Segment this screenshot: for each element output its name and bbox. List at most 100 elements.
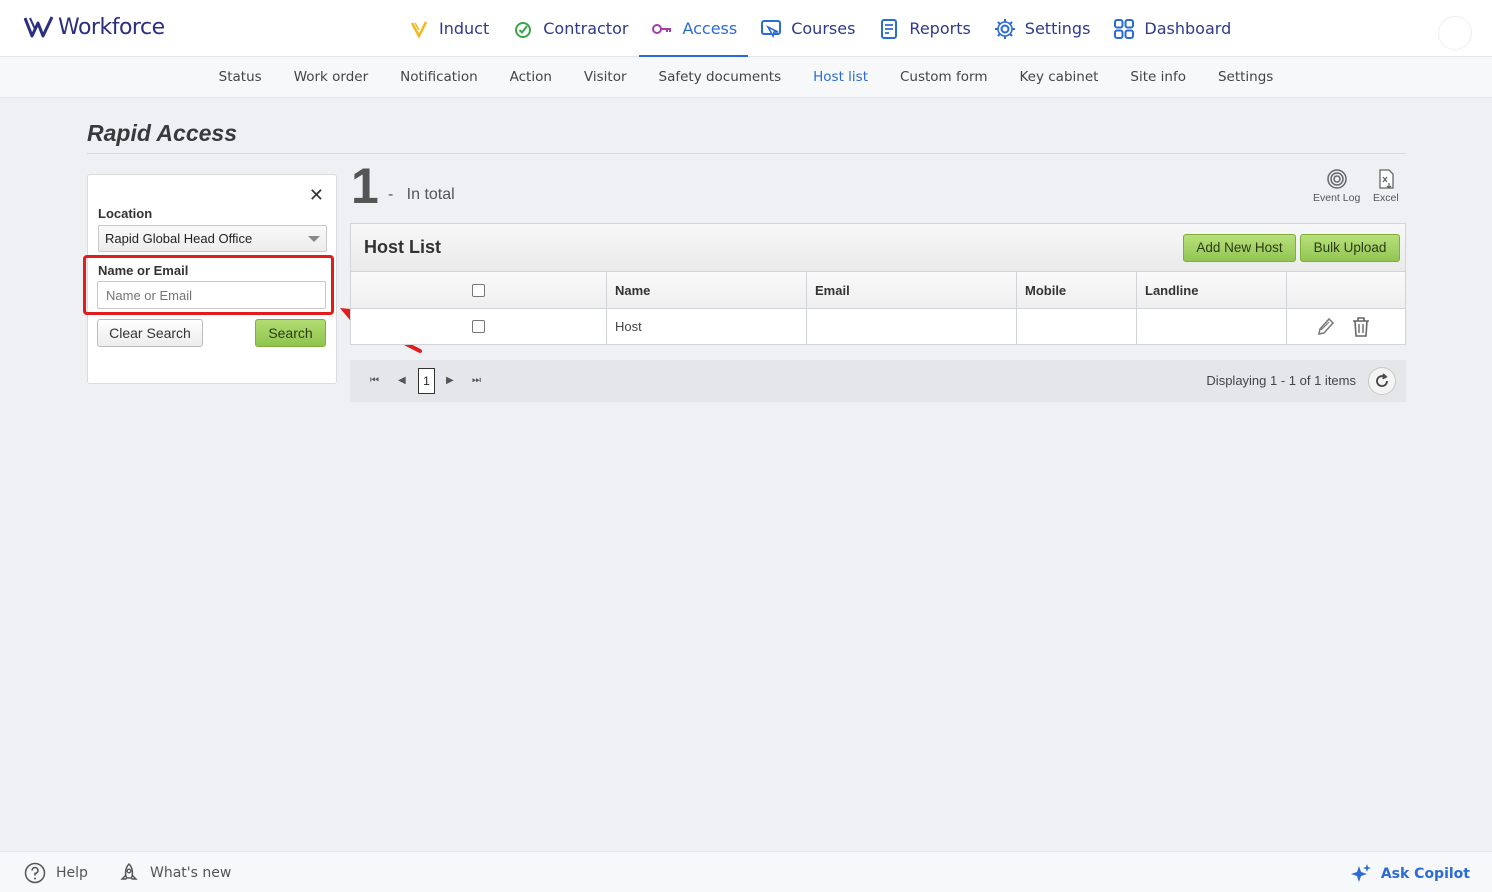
last-page-icon[interactable]: ⏭ xyxy=(472,375,481,386)
title-divider xyxy=(87,153,1406,154)
column-header-mobile[interactable]: Mobile xyxy=(1016,272,1136,308)
total-dash: - xyxy=(388,186,394,203)
nav-access-label: Access xyxy=(682,19,738,38)
top-navigation-bar: Workforce Induct Contractor Access Cours… xyxy=(0,0,1492,57)
footer-bar: Help What's new Ask Copilot xyxy=(0,851,1492,892)
cell-mobile xyxy=(1016,309,1136,344)
sparkle-icon xyxy=(1350,864,1371,882)
subnav-host-list[interactable]: Host list xyxy=(797,57,884,97)
previous-page-icon[interactable]: ◀ xyxy=(398,375,406,386)
refresh-button[interactable] xyxy=(1368,367,1396,395)
whats-new-link[interactable]: What's new xyxy=(118,862,231,884)
subnav-notification[interactable]: Notification xyxy=(384,57,493,97)
column-header-actions xyxy=(1286,272,1405,308)
excel-icon xyxy=(1379,169,1394,189)
subnav-key-cabinet[interactable]: Key cabinet xyxy=(1003,57,1114,97)
grid-title: Host List xyxy=(364,237,442,257)
courses-icon xyxy=(761,19,782,38)
reports-icon xyxy=(881,18,898,39)
pagination-bar: ⏮ ◀ 1 ▶ ⏭ Displaying 1 - 1 of 1 items xyxy=(350,360,1406,402)
nav-contractor-label: Contractor xyxy=(543,19,629,38)
rocket-icon xyxy=(120,862,138,880)
excel-export-button[interactable]: Excel xyxy=(1373,168,1399,204)
event-log-label: Event Log xyxy=(1313,192,1361,204)
location-select[interactable]: Rapid Global Head Office xyxy=(98,225,327,252)
grid-header: Host List Add New Host Bulk Upload xyxy=(351,224,1405,272)
subnav-site-info[interactable]: Site info xyxy=(1114,57,1202,97)
nav-induct-label: Induct xyxy=(439,19,490,38)
search-button[interactable]: Search xyxy=(255,319,326,347)
event-log-icon xyxy=(1326,169,1347,189)
name-email-input[interactable] xyxy=(97,281,326,309)
nav-courses[interactable]: Courses xyxy=(748,0,866,57)
subnav-action[interactable]: Action xyxy=(494,57,568,97)
chevron-down-icon xyxy=(308,236,320,242)
nav-dashboard[interactable]: Dashboard xyxy=(1101,0,1242,57)
table-header-row: Name Email Mobile Landline xyxy=(351,272,1405,309)
total-label-text: In total xyxy=(406,186,455,203)
workforce-logo-icon xyxy=(24,16,54,38)
column-header-email[interactable]: Email xyxy=(806,272,1016,308)
ask-copilot-button[interactable]: Ask Copilot xyxy=(1349,862,1470,886)
main-nav: Induct Contractor Access Courses Reports… xyxy=(396,0,1242,57)
user-avatar[interactable] xyxy=(1438,16,1472,50)
column-header-name[interactable]: Name xyxy=(606,272,806,308)
cell-name: Host xyxy=(606,309,806,344)
subnav-custom-form[interactable]: Custom form xyxy=(884,57,1004,97)
nav-induct[interactable]: Induct xyxy=(396,0,500,57)
nav-reports-label: Reports xyxy=(909,19,971,38)
host-list-grid: Host List Add New Host Bulk Upload Name … xyxy=(350,223,1406,345)
induct-icon xyxy=(410,20,428,39)
next-page-icon[interactable]: ▶ xyxy=(446,375,454,386)
help-icon xyxy=(24,862,46,884)
total-count: 1 xyxy=(351,158,379,214)
subnav-work-order[interactable]: Work order xyxy=(278,57,384,97)
close-icon[interactable]: ✕ xyxy=(309,185,324,206)
nav-reports[interactable]: Reports xyxy=(866,0,981,57)
page-title: Rapid Access xyxy=(87,120,237,146)
location-label: Location xyxy=(98,206,153,221)
excel-label: Excel xyxy=(1373,192,1399,204)
refresh-icon xyxy=(1376,373,1388,387)
whats-new-label: What's new xyxy=(150,865,232,881)
pager-info: Displaying 1 - 1 of 1 items xyxy=(1206,373,1356,388)
subnav-status[interactable]: Status xyxy=(203,57,278,97)
nav-access[interactable]: Access xyxy=(639,0,749,57)
subnav-visitor[interactable]: Visitor xyxy=(568,57,643,97)
subnav-settings[interactable]: Settings xyxy=(1202,57,1289,97)
contractor-icon xyxy=(515,21,532,38)
cell-email xyxy=(806,309,1016,344)
add-new-host-button[interactable]: Add New Host xyxy=(1183,234,1296,262)
sub-navigation: Status Work order Notification Action Vi… xyxy=(0,57,1492,98)
cell-actions xyxy=(1286,309,1405,344)
subnav-safety-documents[interactable]: Safety documents xyxy=(643,57,798,97)
brand-name: Workforce xyxy=(58,14,165,40)
column-header-landline[interactable]: Landline xyxy=(1136,272,1286,308)
total-label: - In total xyxy=(388,186,455,204)
nav-settings[interactable]: Settings xyxy=(982,0,1102,57)
nav-settings-label: Settings xyxy=(1024,19,1091,38)
select-all-cell xyxy=(351,272,606,308)
clear-search-button[interactable]: Clear Search xyxy=(97,319,203,347)
workforce-logo[interactable]: Workforce xyxy=(24,12,165,42)
access-key-icon xyxy=(652,23,672,34)
edit-pencil-icon[interactable] xyxy=(1315,316,1335,338)
bulk-upload-button[interactable]: Bulk Upload xyxy=(1300,234,1400,262)
nav-courses-label: Courses xyxy=(791,19,856,38)
ask-copilot-label: Ask Copilot xyxy=(1380,866,1470,882)
help-label: Help xyxy=(56,865,88,881)
nav-dashboard-label: Dashboard xyxy=(1144,19,1232,38)
current-page-number[interactable]: 1 xyxy=(418,368,435,394)
location-selected-value: Rapid Global Head Office xyxy=(105,231,253,246)
first-page-icon[interactable]: ⏮ xyxy=(370,375,379,386)
event-log-button[interactable]: Event Log xyxy=(1313,168,1360,204)
table-row[interactable]: Host xyxy=(351,309,1405,344)
row-checkbox[interactable] xyxy=(472,320,485,333)
row-select-cell xyxy=(351,309,606,344)
select-all-checkbox[interactable] xyxy=(472,283,485,297)
nav-contractor[interactable]: Contractor xyxy=(500,0,639,57)
cell-landline xyxy=(1136,309,1286,344)
gear-icon xyxy=(994,18,1015,39)
delete-trash-icon[interactable] xyxy=(1351,316,1371,338)
help-link[interactable]: Help xyxy=(24,862,88,884)
